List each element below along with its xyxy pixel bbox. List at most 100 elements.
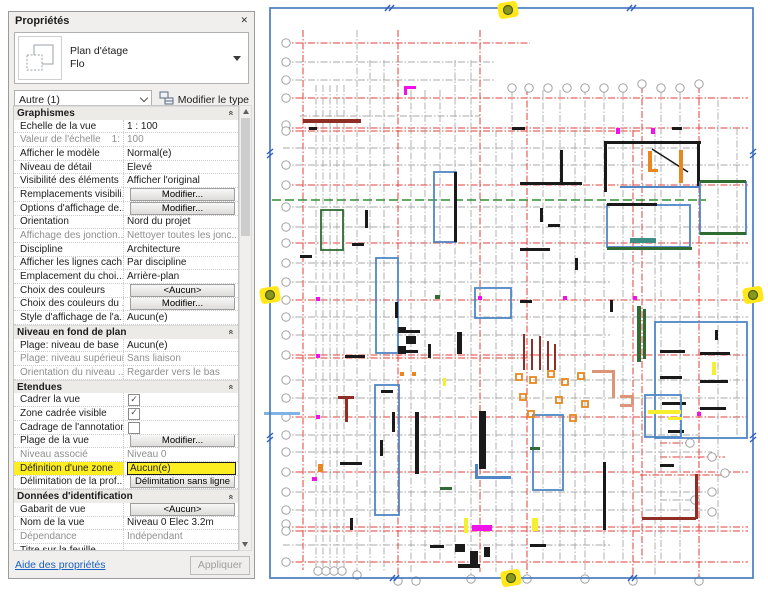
property-value-button[interactable]: <Aucun>: [130, 503, 235, 516]
property-label: Zone cadrée visible: [14, 407, 124, 420]
apply-button[interactable]: Appliquer: [190, 556, 250, 575]
property-label: Cadrage de l'annotation: [14, 421, 124, 434]
property-row: Valeur de l'échelle1:100: [14, 133, 238, 147]
scrollbar[interactable]: [239, 105, 252, 551]
property-value-button[interactable]: <Aucun>: [130, 284, 235, 297]
property-grid: Graphismes « Echelle de la vue1 : 100Valeu…: [13, 105, 239, 551]
property-value[interactable]: Modifier...: [124, 435, 238, 448]
property-value[interactable]: Afficher l'original: [124, 174, 238, 187]
property-label: Afficher les lignes cach...: [14, 257, 124, 270]
property-row: Style d'affichage de l'a...Aucun(e): [14, 311, 238, 325]
property-value[interactable]: <Aucun>: [124, 284, 238, 297]
property-value[interactable]: 1 : 100: [124, 120, 238, 133]
property-label: Style d'affichage de l'a...: [14, 311, 124, 324]
property-label: Orientation: [14, 216, 124, 229]
property-value[interactable]: Elevé: [124, 161, 238, 174]
property-value[interactable]: [124, 544, 238, 551]
property-value[interactable]: Aucun(e): [124, 339, 238, 352]
collapse-icon[interactable]: «: [226, 494, 236, 499]
crop-handle[interactable]: [266, 291, 275, 300]
property-row: Niveau associéNiveau 0: [14, 448, 238, 462]
property-value[interactable]: Normal(e): [124, 147, 238, 160]
property-row: DépendanceIndépendant: [14, 530, 238, 544]
property-value[interactable]: Modifier...: [124, 298, 238, 311]
property-label: Orientation du niveau ...: [14, 366, 124, 379]
property-value-editbox[interactable]: Aucun(e): [127, 462, 236, 475]
property-row: Echelle de la vue1 : 100: [14, 120, 238, 134]
section-title: Données d'identification: [17, 491, 133, 502]
property-value[interactable]: Niveau 0 Elec 3.2m: [124, 517, 238, 530]
property-value-button[interactable]: Délimitation sans ligne: [130, 476, 235, 489]
property-row: Gabarit de vue<Aucun>: [14, 503, 238, 517]
section-header[interactable]: Graphismes «: [14, 106, 238, 120]
property-row: Titre sur la feuille: [14, 544, 238, 551]
property-value[interactable]: [124, 421, 238, 434]
collapse-icon[interactable]: «: [226, 330, 236, 335]
property-value-button[interactable]: Modifier...: [130, 188, 235, 201]
type-selector[interactable]: Plan d'étage Flo: [14, 32, 249, 84]
scroll-down-icon[interactable]: [242, 542, 248, 547]
crop-handle[interactable]: [749, 291, 758, 300]
section-header[interactable]: Niveau en fond de plan«: [14, 325, 238, 339]
collapse-icon[interactable]: «: [226, 111, 236, 116]
property-row: Remplacements visibili... Modifier...: [14, 188, 238, 202]
type-selector-dropdown-icon[interactable]: [233, 56, 241, 61]
property-row: Afficher le modèleNormal(e): [14, 147, 238, 161]
property-value[interactable]: Modifier...: [124, 188, 238, 201]
property-value[interactable]: Regarder vers le bas: [124, 366, 238, 379]
property-value[interactable]: Modifier...: [124, 202, 238, 215]
property-value[interactable]: <Aucun>: [124, 503, 238, 516]
property-value[interactable]: ✓: [124, 393, 238, 406]
property-label: Echelle de la vue: [14, 120, 124, 133]
property-label: Remplacements visibili...: [14, 188, 124, 201]
property-row: OrientationNord du projet: [14, 216, 238, 230]
property-row: Cadrer la vue ✓: [14, 393, 238, 407]
section-header[interactable]: Données d'identification «: [14, 489, 238, 503]
property-value[interactable]: Aucun(e): [124, 311, 238, 324]
property-value[interactable]: 100: [124, 133, 238, 146]
property-row: Nom de la vueNiveau 0 Elec 3.2m: [14, 517, 238, 531]
property-value[interactable]: Délimitation sans ligne: [124, 476, 238, 489]
property-value-button[interactable]: Modifier...: [130, 202, 235, 215]
section-title: Etendues: [17, 382, 62, 393]
crop-handle[interactable]: [504, 6, 513, 15]
property-value[interactable]: Arrière-plan: [124, 270, 238, 283]
section-title: Graphismes: [17, 108, 75, 119]
property-row: Délimitation de la prof...Délimitation s…: [14, 476, 238, 490]
panel-title-bar[interactable]: Propriétés ✕: [9, 12, 254, 30]
property-value[interactable]: Aucun(e): [124, 462, 238, 475]
checkbox[interactable]: [128, 422, 140, 434]
close-icon[interactable]: ✕: [240, 16, 248, 26]
property-value[interactable]: ✓: [124, 407, 238, 420]
property-label: Discipline: [14, 243, 124, 256]
collapse-icon[interactable]: «: [226, 385, 236, 390]
properties-panel: Propriétés ✕ Plan d'étage Flo Autre (1): [8, 11, 255, 579]
type-selector-label: Plan d'étage Flo: [70, 45, 128, 71]
property-value-button[interactable]: Modifier...: [130, 298, 235, 311]
property-row: Plage: niveau supérieurSans liaison: [14, 352, 238, 366]
edit-type-label: Modifier le type: [178, 94, 249, 106]
property-value-button[interactable]: Modifier...: [130, 435, 235, 448]
properties-help-link[interactable]: Aide des propriétés: [15, 559, 105, 571]
checkbox[interactable]: ✓: [128, 408, 140, 420]
property-value[interactable]: Par discipline: [124, 257, 238, 270]
property-value[interactable]: Nord du projet: [124, 216, 238, 229]
property-value[interactable]: Niveau 0: [124, 448, 238, 461]
property-value[interactable]: Architecture: [124, 243, 238, 256]
type-category: Plan d'étage: [70, 45, 128, 57]
property-label: Titre sur la feuille: [14, 544, 124, 551]
property-value[interactable]: Sans liaison: [124, 352, 238, 365]
property-label: Dépendance: [14, 530, 124, 543]
property-value[interactable]: Nettoyer toutes les jonc...: [124, 229, 238, 242]
property-label: Cadrer la vue: [14, 393, 124, 406]
property-row: Afficher les lignes cach...Par disciplin…: [14, 257, 238, 271]
property-row: Options d'affichage de...Modifier...: [14, 202, 238, 216]
scroll-up-icon[interactable]: [243, 109, 249, 114]
scrollbar-thumb[interactable]: [241, 118, 250, 236]
crop-handle[interactable]: [507, 574, 516, 583]
property-value[interactable]: Indépendant: [124, 530, 238, 543]
section-header[interactable]: Etendues «: [14, 380, 238, 394]
property-label: Choix des couleurs du ...: [14, 298, 124, 311]
property-label: Affichage des jonction...: [14, 229, 124, 242]
checkbox[interactable]: ✓: [128, 394, 140, 406]
